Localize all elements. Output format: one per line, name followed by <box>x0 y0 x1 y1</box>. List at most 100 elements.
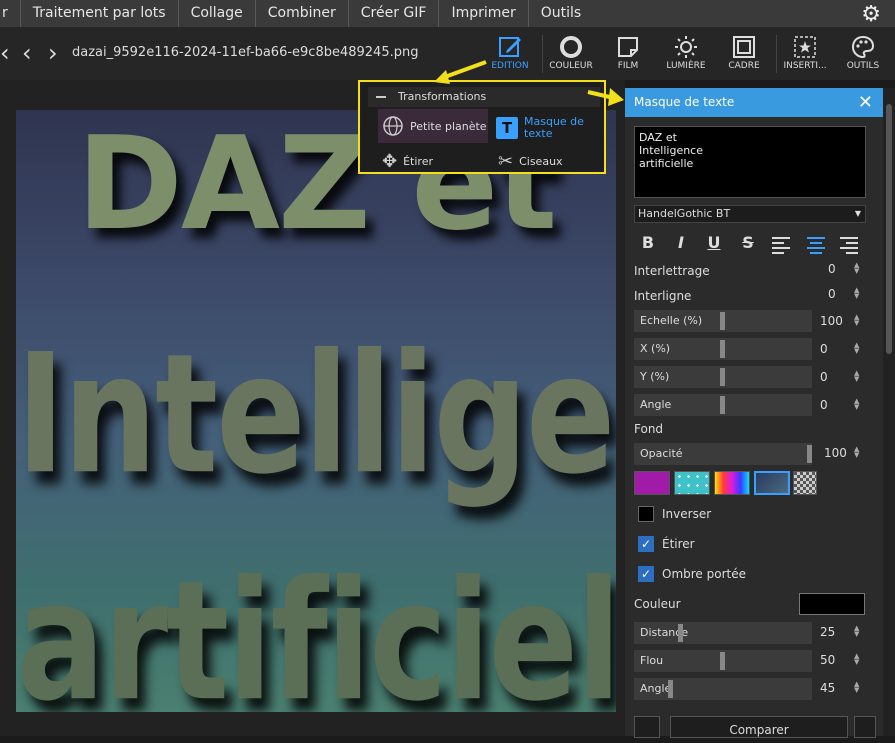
shadow-color-picker[interactable] <box>799 593 865 615</box>
flou-slider[interactable]: Flou <box>634 650 812 672</box>
gear-icon[interactable]: ⚙ <box>861 2 881 27</box>
spinner-icon[interactable]: ▲ ▼ <box>854 653 859 666</box>
distance-value[interactable]: 25 <box>820 625 835 639</box>
slider-knob[interactable] <box>668 680 673 698</box>
align-right-icon[interactable] <box>838 235 860 255</box>
menu-item-collage[interactable]: Collage <box>177 0 255 27</box>
slider-knob[interactable] <box>678 624 683 642</box>
echelle-value[interactable]: 100 <box>820 314 843 328</box>
distance-slider[interactable]: Distance <box>634 622 812 644</box>
slider-knob[interactable] <box>720 396 725 414</box>
collapse-icon <box>376 96 386 98</box>
spinner-icon[interactable]: ▲ ▼ <box>854 446 859 459</box>
font-select[interactable]: HandelGothic BT ▼ <box>634 205 866 223</box>
inverser-checkbox[interactable] <box>638 506 654 522</box>
spinner-icon[interactable]: ▲ ▼ <box>854 314 859 327</box>
slider-knob[interactable] <box>720 312 725 330</box>
shadow-angle-slider[interactable]: Angle <box>634 678 812 700</box>
menu-item-outils[interactable]: Outils <box>527 0 593 27</box>
menu-item-imprimer[interactable]: Imprimer <box>438 0 527 27</box>
interlettrage-value[interactable]: 0 <box>828 262 836 276</box>
frame-icon <box>714 33 774 61</box>
background-swatch-color[interactable] <box>634 471 670 495</box>
slider-knob[interactable] <box>720 652 725 670</box>
forward-icon[interactable]: › <box>48 39 58 67</box>
popup-item-petite-planete[interactable]: Petite planète <box>378 109 488 143</box>
panel-title: Masque de texte <box>634 95 735 109</box>
angle-value[interactable]: 0 <box>820 398 828 412</box>
circle-icon <box>541 33 601 61</box>
menu-item-traitement-par-lots[interactable]: Traitement par lots <box>19 0 178 27</box>
popup-header[interactable]: Transformations <box>368 87 600 107</box>
scissors-icon: ✂ <box>498 150 514 172</box>
popup-item-masque-de-texte[interactable]: T Masque de texte <box>496 113 596 143</box>
back-icon[interactable]: ‹ <box>22 39 32 67</box>
ombre-portee-checkbox[interactable]: ✓ <box>638 566 654 582</box>
y-slider[interactable]: Y (%) <box>634 366 812 388</box>
file-name: dazai_9592e116-2024-11ef-ba66-e9c8be4892… <box>72 45 419 60</box>
chevron-left-small-icon[interactable]: ‹ <box>0 39 10 67</box>
mask-text-input[interactable]: DAZ et Intelligence artificielle <box>634 126 866 198</box>
background-swatch-transparent[interactable] <box>793 471 817 495</box>
background-swatch-pattern[interactable] <box>674 471 710 495</box>
close-icon[interactable]: ✕ <box>858 88 873 117</box>
reset-icon[interactable] <box>634 716 660 738</box>
spinner-icon[interactable]: ▲ ▼ <box>854 681 859 694</box>
etirer-checkbox[interactable]: ✓ <box>638 536 654 552</box>
interligne-value[interactable]: 0 <box>828 287 836 301</box>
shadow-angle-value[interactable]: 45 <box>820 681 835 695</box>
align-center-icon[interactable] <box>805 235 827 255</box>
flou-value[interactable]: 50 <box>820 653 835 667</box>
tool-couleur[interactable]: COULEUR <box>541 33 601 71</box>
spinner-icon[interactable]: ▲ ▼ <box>854 370 859 383</box>
spinner-icon[interactable]: ▲ ▼ <box>854 398 859 411</box>
scrollbar-thumb[interactable] <box>886 104 892 354</box>
tool-cadre[interactable]: CADRE <box>714 33 774 71</box>
opacite-value[interactable]: 100 <box>824 446 847 460</box>
slider-knob[interactable] <box>720 368 725 386</box>
bold-icon[interactable]: B <box>637 233 659 253</box>
popup-item-ciseaux[interactable]: ✂ Ciseaux <box>498 150 563 172</box>
italic-icon[interactable]: I <box>670 233 692 253</box>
menu-item-combiner[interactable]: Combiner <box>254 0 348 27</box>
popup-item-etirer[interactable]: ✥ Étirer <box>382 150 433 172</box>
strikethrough-icon[interactable]: S <box>737 233 759 253</box>
compare-button[interactable]: Comparer <box>670 716 848 738</box>
spinner-icon[interactable]: ▲ ▼ <box>854 262 859 275</box>
background-swatch-image[interactable] <box>754 471 790 495</box>
slider-knob[interactable] <box>807 445 812 463</box>
panel-scrollbar[interactable] <box>883 88 895 736</box>
chevron-down-icon: ▼ <box>854 209 861 218</box>
background-swatch-gradient[interactable] <box>714 471 750 495</box>
angle-slider[interactable]: Angle <box>634 394 812 416</box>
ombre-portee-label: Ombre portée <box>662 567 746 581</box>
transformations-popup: Transformations Petite planète T Masque … <box>358 80 606 174</box>
tool-insertion[interactable]: INSERTI... <box>775 33 835 71</box>
spinner-icon[interactable]: ▲ ▼ <box>854 625 859 638</box>
text-mask-panel: Masque de texte ✕ DAZ et Intelligence ar… <box>625 88 883 738</box>
slider-knob[interactable] <box>720 340 725 358</box>
x-slider[interactable]: X (%) <box>634 338 812 360</box>
tool-outils[interactable]: OUTILS <box>833 33 893 71</box>
popup-item-label: Étirer <box>403 154 433 168</box>
align-left-icon[interactable] <box>770 235 792 255</box>
echelle-slider[interactable]: Echelle (%) <box>634 310 812 332</box>
opacite-label: Opacité <box>640 447 683 460</box>
font-select-value: HandelGothic BT <box>638 207 731 220</box>
spinner-icon[interactable]: ▲ ▼ <box>854 342 859 355</box>
tool-film[interactable]: FILM <box>598 33 658 71</box>
tool-lumiere[interactable]: LUMIÈRE <box>656 33 716 71</box>
tool-lumiere-label: LUMIÈRE <box>666 61 706 71</box>
y-value[interactable]: 0 <box>820 370 828 384</box>
x-value[interactable]: 0 <box>820 342 828 356</box>
underline-icon[interactable]: U <box>703 233 725 253</box>
spinner-icon[interactable]: ▲ ▼ <box>854 287 859 300</box>
extra-button[interactable] <box>854 716 876 738</box>
opacite-slider[interactable]: Opacité <box>634 443 812 465</box>
text-mask-icon: T <box>496 117 518 139</box>
image-canvas[interactable]: DAZ et Intelligence artificielle <box>0 80 625 736</box>
menu-item-partial[interactable]: r <box>0 0 20 27</box>
edit-icon <box>480 33 540 61</box>
menu-item-creer-gif[interactable]: Créer GIF <box>347 0 439 27</box>
tool-outils-label: OUTILS <box>846 61 880 71</box>
